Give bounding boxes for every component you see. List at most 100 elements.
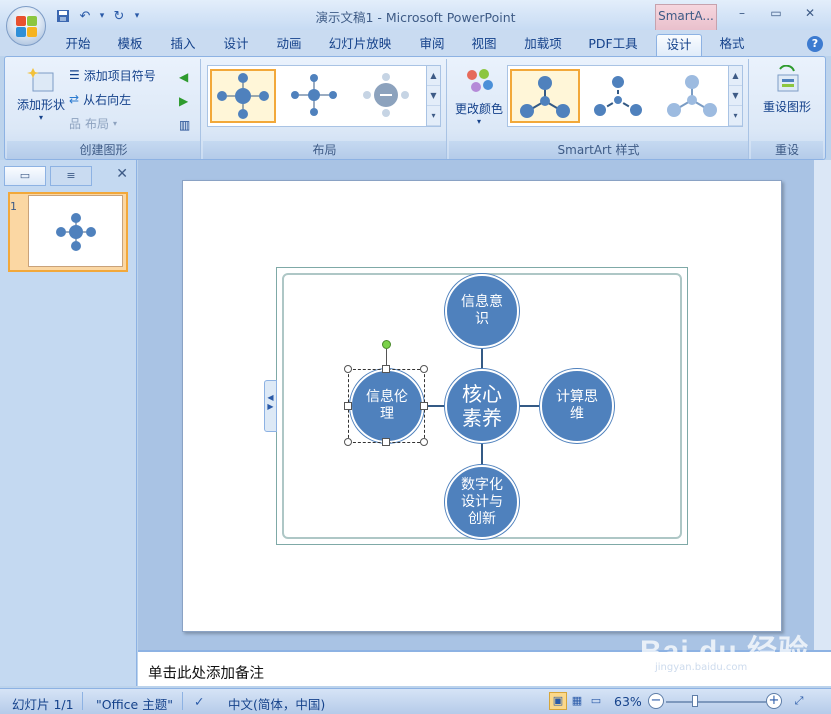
resize-handle-s[interactable] [382, 438, 390, 446]
spelling-check-icon[interactable]: ✓ [194, 694, 204, 709]
layout-dropdown-icon: ▾ [113, 118, 118, 128]
rotate-handle[interactable] [382, 340, 391, 349]
text-pane-toggle[interactable]: ◀ ▶ [264, 380, 277, 432]
change-colors-label: 更改颜色 [454, 102, 503, 116]
style-white-outline[interactable] [584, 69, 654, 123]
styles-up-icon[interactable]: ▲ [729, 66, 742, 86]
fit-to-window-icon[interactable]: ⤢ [790, 692, 808, 710]
node-bottom-label: 数字化设计与创新 [461, 476, 503, 527]
normal-view-button[interactable]: ▣ [549, 692, 567, 710]
zoom-slider[interactable] [666, 701, 766, 703]
notes-placeholder: 单击此处添加备注 [148, 666, 264, 682]
close-pane-icon[interactable]: ✕ [116, 166, 128, 182]
close-button[interactable]: ✕ [793, 2, 827, 24]
gallery-more-icon[interactable]: ▾ [427, 106, 440, 126]
group-smartart-styles: 更改颜色 ▾ ▲ ▼ ▾ SmartArt 样式 [449, 59, 749, 159]
status-bar: 幻灯片 1/1 "Office 主题" ✓ 中文(简体，中国) ▣ ▦ ▭ 63… [0, 688, 831, 714]
gallery-down-icon[interactable]: ▼ [427, 86, 440, 106]
demote-icon[interactable]: ▶ [179, 91, 188, 111]
layout-radial-small[interactable] [282, 69, 348, 123]
change-colors-dropdown-icon: ▾ [476, 117, 481, 126]
tab-animations[interactable]: 动画 [269, 34, 309, 56]
node-top[interactable]: 信息意识 [445, 274, 519, 348]
right-to-left-label: 从右向左 [83, 92, 132, 107]
style-simple-fill[interactable] [510, 69, 580, 123]
tab-view[interactable]: 视图 [464, 34, 504, 56]
connector-top [481, 346, 483, 370]
minimize-button[interactable]: – [725, 2, 759, 24]
layout-radial-gray[interactable] [354, 69, 420, 123]
style-subtle[interactable] [658, 69, 728, 123]
reset-graphic-button[interactable]: 重设图形 [755, 64, 819, 115]
text-pane-icon[interactable]: ▥ [179, 115, 190, 135]
tab-smartart-design[interactable]: 设计 [656, 34, 702, 56]
tab-slideshow[interactable]: 幻灯片放映 [324, 34, 396, 56]
tab-slides-thumbnails[interactable]: ▭ [4, 166, 46, 186]
resize-handle-w[interactable] [344, 402, 352, 410]
office-logo-icon [16, 16, 38, 38]
resize-handle-nw[interactable] [344, 365, 352, 373]
status-separator [182, 692, 183, 710]
tab-insert[interactable]: 插入 [163, 34, 203, 56]
node-bottom[interactable]: 数字化设计与创新 [445, 465, 519, 539]
tab-addins[interactable]: 加载项 [518, 34, 568, 56]
connector-right [518, 405, 542, 407]
org-chart-icon: 品 [69, 116, 82, 131]
slideshow-button[interactable]: ▭ [587, 692, 605, 710]
node-top-label: 信息意识 [461, 294, 503, 327]
tab-review[interactable]: 审阅 [412, 34, 452, 56]
resize-handle-n[interactable] [382, 365, 390, 373]
layouts-gallery-scroll[interactable]: ▲ ▼ ▾ [426, 66, 440, 126]
right-to-left-button[interactable]: ⇄ 从右向左 [69, 89, 131, 109]
tab-outline[interactable]: ≡ [50, 166, 92, 186]
group-layouts: ▲ ▼ ▾ 布局 [203, 59, 447, 159]
status-language[interactable]: 中文(简体，中国) [228, 694, 325, 713]
styles-gallery-scroll[interactable]: ▲ ▼ ▾ [728, 66, 742, 126]
promote-icon[interactable]: ◀ [179, 67, 188, 87]
status-separator [82, 692, 83, 710]
tab-pdf-tools[interactable]: PDF工具 [584, 34, 642, 56]
tab-format[interactable]: 格式 [712, 34, 752, 56]
node-center-label: 核心素养 [462, 382, 502, 430]
tab-home[interactable]: 开始 [58, 34, 98, 56]
slide-thumbnail-preview [28, 195, 123, 267]
node-center[interactable]: 核心素养 [445, 369, 519, 443]
editor-scrollbar[interactable] [814, 160, 831, 650]
ribbon: 添加形状 ▾ ☰ 添加项目符号 ⇄ 从右向左 品 布局 ▾ ◀ ▶ ▥ 创建图形 [4, 56, 826, 160]
resize-handle-e[interactable] [420, 402, 428, 410]
title-bar: ↶ ▾ ↻ ▾ 演示文稿1 - Microsoft PowerPoint Sma… [0, 0, 831, 30]
status-theme[interactable]: "Office 主题" [96, 694, 173, 713]
slide-sorter-button[interactable]: ▦ [568, 692, 586, 710]
styles-down-icon[interactable]: ▼ [729, 86, 742, 106]
zoom-level[interactable]: 63% [614, 694, 642, 709]
tab-templates[interactable]: 模板 [110, 34, 150, 56]
gallery-up-icon[interactable]: ▲ [427, 66, 440, 86]
maximize-button[interactable]: ▭ [759, 2, 793, 24]
change-colors-button[interactable]: 更改颜色 ▾ [453, 67, 505, 126]
help-icon[interactable]: ? [807, 36, 823, 52]
reset-graphic-icon [777, 64, 799, 92]
resize-handle-ne[interactable] [420, 365, 428, 373]
zoom-out-icon[interactable]: − [648, 693, 664, 709]
connector-bottom [481, 442, 483, 466]
resize-handle-sw[interactable] [344, 438, 352, 446]
add-bullet-label: 添加项目符号 [83, 68, 156, 83]
resize-handle-se[interactable] [420, 438, 428, 446]
add-bullet-button[interactable]: ☰ 添加项目符号 [69, 65, 156, 85]
node-right[interactable]: 计算思维 [540, 369, 614, 443]
zoom-in-icon[interactable]: + [766, 693, 782, 709]
add-shape-button[interactable]: 添加形状 ▾ [13, 65, 69, 122]
bullet-list-icon: ☰ [69, 68, 80, 82]
node-right-label: 计算思维 [556, 389, 598, 422]
group-reset: 重设图形 重设 [751, 59, 823, 159]
styles-more-icon[interactable]: ▾ [729, 106, 742, 126]
add-shape-dropdown-icon: ▾ [38, 113, 43, 122]
slide-thumbnail-number: 1 [10, 200, 17, 213]
layout-radial-cluster[interactable] [210, 69, 276, 123]
ribbon-tabs: 开始 模板 插入 设计 动画 幻灯片放映 审阅 视图 加载项 PDF工具 设计 … [0, 30, 831, 56]
baidu-watermark-url: jingyan.baidu.com [655, 662, 748, 673]
tab-design[interactable]: 设计 [216, 34, 256, 56]
layout-button[interactable]: 品 布局 ▾ [69, 113, 117, 133]
office-button[interactable] [6, 6, 46, 46]
zoom-slider-thumb[interactable] [692, 695, 698, 707]
